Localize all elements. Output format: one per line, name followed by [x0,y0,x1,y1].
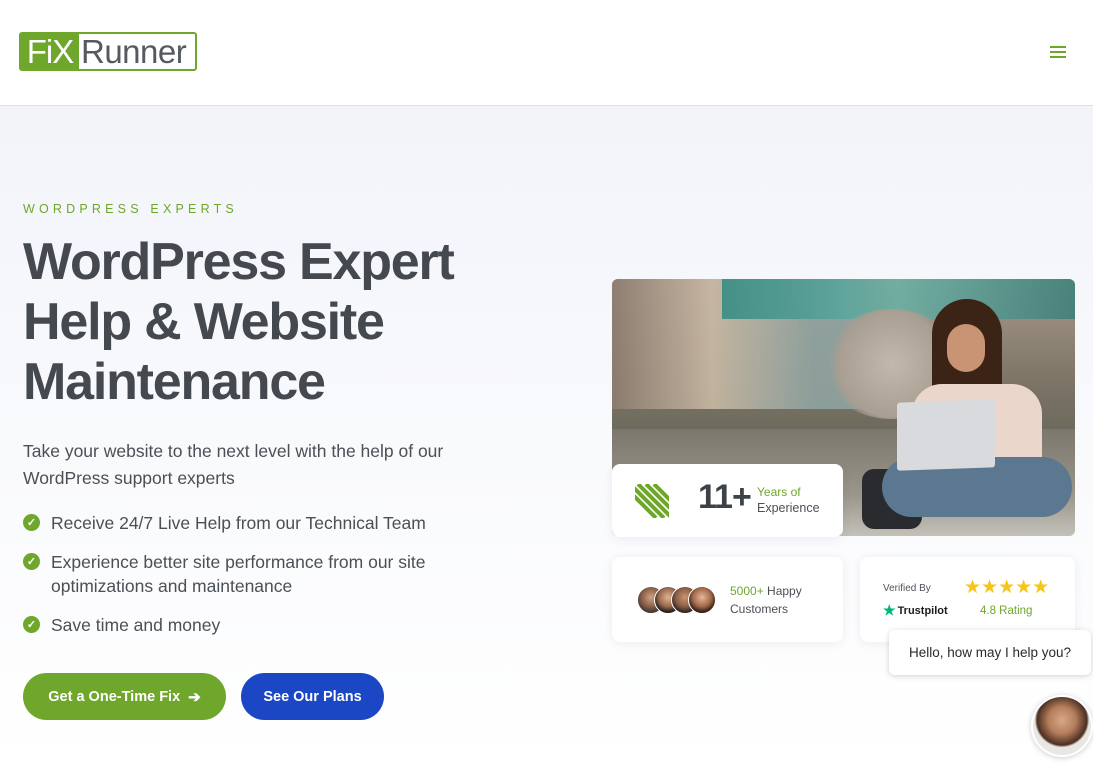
avatar [688,586,716,614]
logo-fix-text: FiX [21,34,79,69]
trustpilot-text: Trustpilot [897,604,948,617]
customers-count: 5000+ [730,584,764,598]
stripes-logo-icon [635,484,669,518]
check-circle-icon: ✓ [23,616,40,633]
hero-title: WordPress Expert Help & Website Maintena… [23,232,563,412]
chat-agent-avatar[interactable] [1031,695,1093,757]
verified-by-label: Verified By [883,583,931,594]
feature-text: Experience better site performance from … [51,552,426,596]
trustpilot-logo: ★ Trustpilot [883,602,948,619]
rating-stars-icon: ★★★★★ [964,576,1050,598]
hero-subtitle: Take your website to the next level with… [23,441,444,488]
hero-title-line-2: Help & Website [23,293,385,351]
customers-label: 5000+ Happy Customers [730,582,830,618]
years-label-line-1: Years of [757,485,801,499]
hero-title-line-3: Maintenance [23,353,326,411]
feature-item: ✓ Receive 24/7 Live Help from our Techni… [23,511,503,535]
button-label: See Our Plans [263,688,362,705]
years-number: 11+ [698,478,752,516]
feature-item: ✓ Experience better site performance fro… [23,550,493,598]
see-our-plans-button[interactable]: See Our Plans [241,673,384,720]
fixrunner-logo[interactable]: FiX Runner [19,32,197,71]
happy-customers-card: 5000+ Happy Customers [612,557,843,642]
feature-text: Receive 24/7 Live Help from our Technica… [51,513,426,533]
button-label: Get a One-Time Fix [48,688,181,705]
eyebrow-label: WORDPRESS EXPERTS [23,202,238,216]
logo-runner-text: Runner [81,32,187,70]
check-circle-icon: ✓ [23,553,40,570]
trustpilot-star-icon: ★ [883,602,896,618]
rating-value: 4.8 Rating [980,605,1033,617]
check-circle-icon: ✓ [23,514,40,531]
customers-label-line-2: Customers [730,602,789,616]
customers-label-line-1: Happy [767,584,802,598]
customer-avatars [637,586,719,614]
years-label: Years of Experience [757,484,837,516]
hamburger-icon[interactable] [1048,44,1070,60]
get-one-time-fix-button[interactable]: Get a One-Time Fix ➔ [23,673,226,720]
feature-item: ✓ Save time and money [23,613,503,637]
years-label-line-2: Experience [757,501,820,515]
feature-text: Save time and money [51,615,221,635]
hero-title-line-1: WordPress Expert [23,233,455,291]
years-experience-card: 11+ Years of Experience [612,464,843,537]
chat-greeting-bubble[interactable]: Hello, how may I help you? [889,630,1091,675]
arrow-right-icon: ➔ [188,688,201,706]
site-header: FiX Runner [0,0,1093,106]
